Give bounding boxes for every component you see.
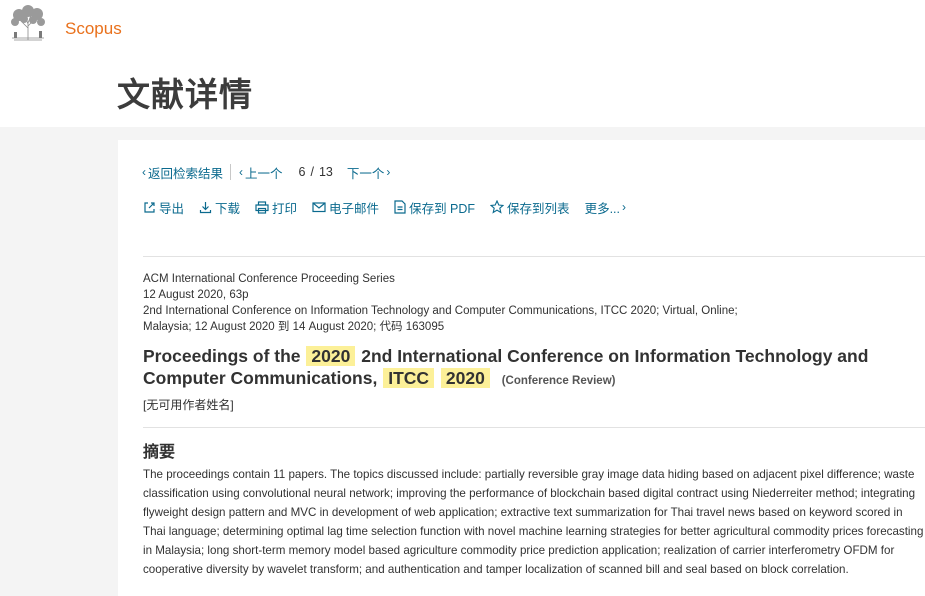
envelope-icon: [312, 202, 326, 213]
download-button[interactable]: 下载: [199, 198, 240, 217]
result-navigation: ‹ 返回检索结果 ‹ 上一个 6 / 13 下一个 ›: [142, 163, 392, 181]
save-pdf-label: 保存到 PDF: [409, 201, 476, 216]
elsevier-tree-logo-icon[interactable]: [6, 2, 50, 42]
next-label: 下一个: [346, 166, 385, 181]
next-result-link[interactable]: 下一个 ›: [347, 163, 393, 182]
title-highlight: 2020: [440, 368, 490, 388]
counter-separator: /: [310, 165, 314, 179]
save-to-list-label: 保存到列表: [507, 201, 570, 216]
export-icon: [144, 201, 155, 213]
page-title: 文献详情: [117, 75, 253, 114]
result-counter: 6 / 13: [299, 165, 333, 179]
star-icon: [490, 200, 505, 214]
back-to-results-link[interactable]: ‹ 返回检索结果: [142, 163, 223, 182]
export-button[interactable]: 导出: [143, 198, 184, 217]
save-pdf-button[interactable]: 保存到 PDF: [394, 198, 475, 217]
document-title: Proceedings of the 2020 2nd Internationa…: [143, 345, 925, 392]
scopus-brand-link[interactable]: Scopus: [65, 19, 122, 39]
download-label: 下载: [215, 201, 241, 216]
publication-date-pages: 12 August 2020, 63p: [143, 289, 249, 301]
source-metadata: ACM International Conference Proceeding …: [143, 271, 738, 335]
back-to-results-label: 返回检索结果: [148, 166, 224, 181]
printer-icon: [255, 200, 269, 214]
author-list: [无可用作者姓名]: [143, 398, 234, 412]
pdf-file-icon: [394, 200, 406, 214]
conference-location-code: Malaysia; 12 August 2020 到 14 August 202…: [143, 321, 445, 333]
chevron-left-icon: ‹: [239, 165, 244, 179]
print-label: 打印: [272, 201, 298, 216]
more-label: 更多...: [584, 201, 620, 216]
download-icon: [199, 201, 212, 213]
title-highlight: ITCC: [383, 368, 435, 388]
nav-divider: [230, 164, 232, 180]
title-text: Proceedings of the: [143, 346, 301, 366]
print-button[interactable]: 打印: [255, 198, 297, 217]
conference-name: 2nd International Conference on Informat…: [143, 305, 738, 317]
more-actions-button[interactable]: 更多... ›: [585, 198, 628, 217]
section-divider: [143, 256, 925, 257]
previous-label: 上一个: [245, 166, 283, 181]
chevron-left-icon: ‹: [142, 165, 146, 179]
header-bar: Scopus 文献详情: [0, 0, 925, 127]
total-count: 13: [318, 165, 333, 179]
current-index: 6: [298, 165, 306, 179]
title-highlight: 2020: [306, 346, 356, 366]
action-toolbar: 导出 下载 打印 电子邮件 保存到 PDF 保存到列表 更多... ›: [143, 198, 643, 216]
save-to-list-button[interactable]: 保存到列表: [490, 198, 570, 217]
email-label: 电子邮件: [329, 201, 380, 216]
chevron-right-icon: ›: [386, 165, 391, 179]
abstract-text: The proceedings contain 11 papers. The t…: [143, 468, 924, 576]
email-button[interactable]: 电子邮件: [312, 198, 379, 217]
section-divider: [143, 427, 925, 428]
abstract-heading: 摘要: [143, 442, 176, 461]
document-type: (Conference Review): [501, 375, 616, 387]
export-label: 导出: [159, 201, 185, 216]
chevron-right-icon: ›: [621, 200, 626, 214]
source-series[interactable]: ACM International Conference Proceeding …: [143, 271, 738, 287]
previous-result-link[interactable]: ‹ 上一个: [239, 163, 283, 182]
